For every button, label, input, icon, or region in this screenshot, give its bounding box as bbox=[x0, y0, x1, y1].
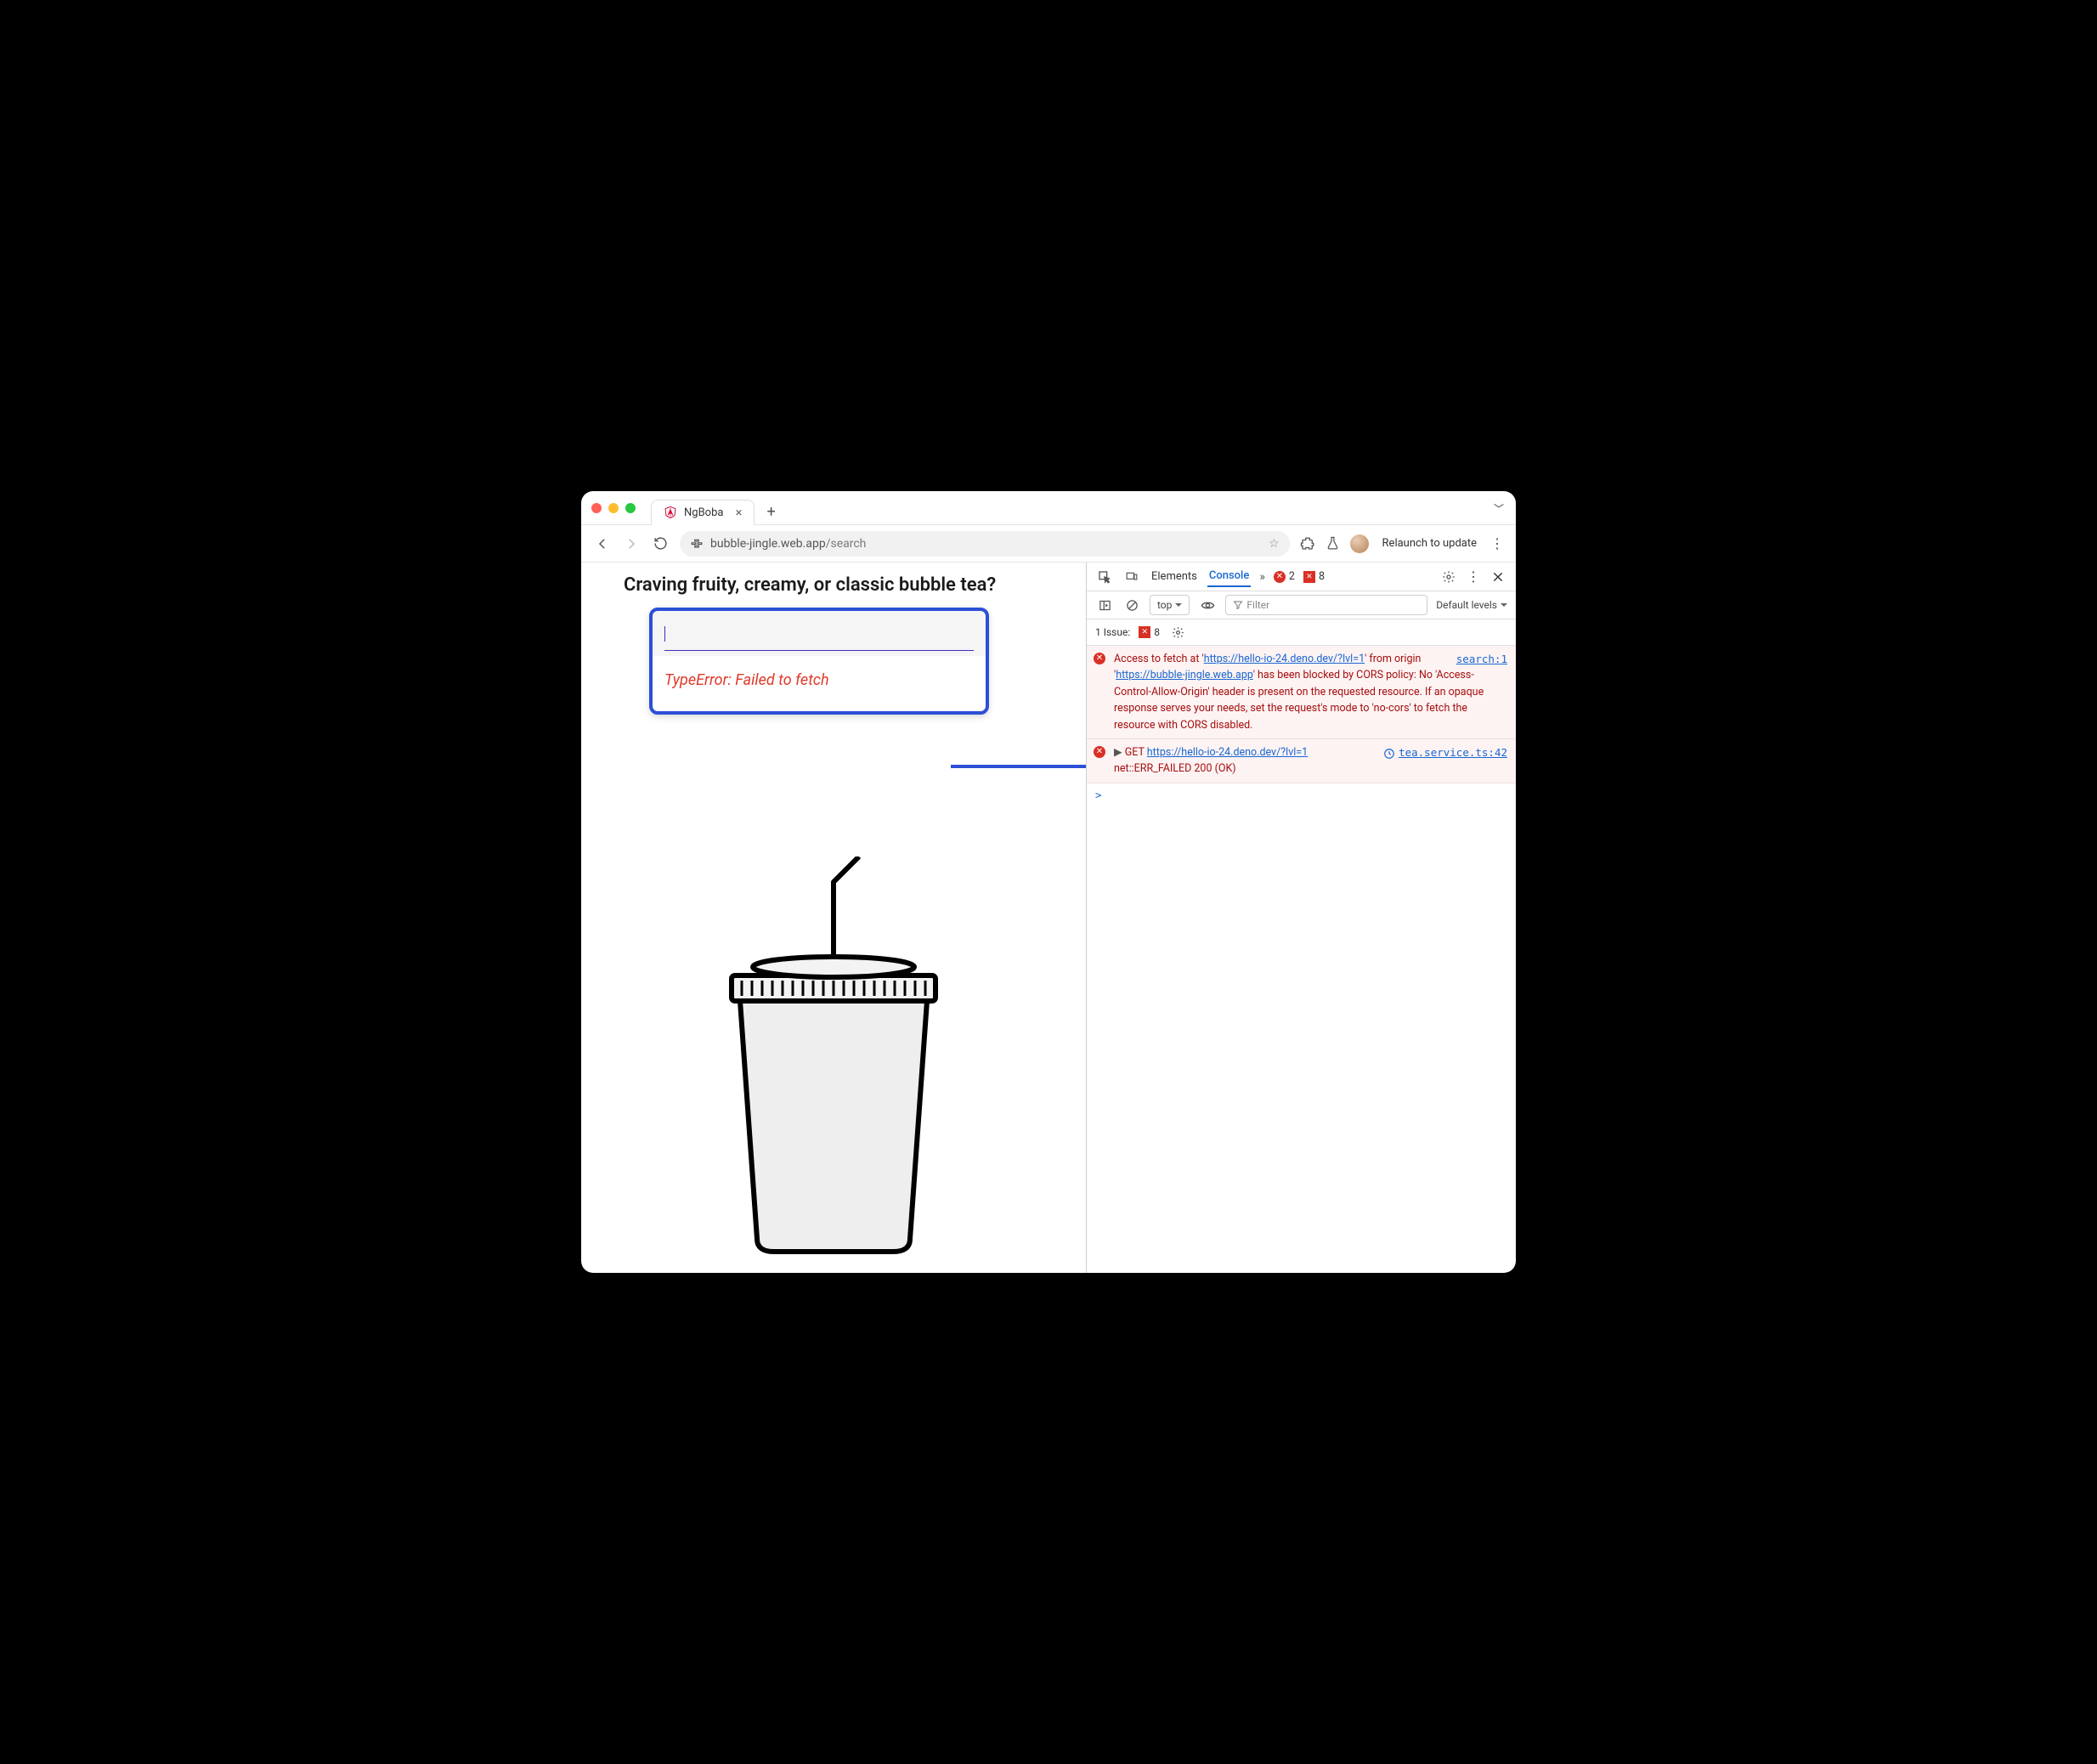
cors-url-2[interactable]: https://bubble-jingle.web.app bbox=[1116, 669, 1253, 681]
forward-button[interactable] bbox=[622, 534, 641, 553]
device-toolbar-icon[interactable] bbox=[1122, 568, 1141, 586]
bookmark-icon[interactable]: ☆ bbox=[1269, 537, 1280, 551]
console-error-cors[interactable]: ✕ search:1 Access to fetch at 'https://h… bbox=[1087, 646, 1516, 739]
extensions-icon[interactable] bbox=[1300, 536, 1315, 551]
more-tabs-icon[interactable]: » bbox=[1259, 570, 1265, 584]
devtools-tabbar: Elements Console » ✕2 ✕8 ⋮ bbox=[1087, 563, 1516, 591]
address-bar[interactable]: bubble-jingle.web.app/search ☆ bbox=[680, 531, 1290, 557]
console-filter-input[interactable]: Filter bbox=[1225, 595, 1427, 615]
fetch-error-message: TypeError: Failed to fetch bbox=[653, 656, 986, 711]
content-split: Craving fruity, creamy, or classic bubbl… bbox=[581, 563, 1516, 1273]
url-text: bubble-jingle.web.app/search bbox=[710, 537, 866, 551]
issues-badge[interactable]: ✕8 bbox=[1139, 626, 1160, 638]
network-link-icon[interactable] bbox=[1380, 744, 1399, 763]
site-settings-icon[interactable] bbox=[690, 538, 704, 550]
toolbar: bubble-jingle.web.app/search ☆ Relaunch … bbox=[581, 525, 1516, 563]
console-error-network[interactable]: ✕ tea.service.ts:42 ▶ GET https://hello-… bbox=[1087, 739, 1516, 783]
devtools-close-icon[interactable] bbox=[1489, 568, 1507, 586]
tab-elements[interactable]: Elements bbox=[1150, 567, 1199, 586]
browser-window: NgBoba × + ﹀ bubble-jingle.web.app/searc… bbox=[581, 491, 1516, 1273]
labs-icon[interactable] bbox=[1325, 536, 1340, 551]
search-card: TypeError: Failed to fetch bbox=[649, 608, 989, 715]
issues-settings-icon[interactable] bbox=[1168, 623, 1187, 642]
close-tab-icon[interactable]: × bbox=[735, 505, 742, 520]
text-caret bbox=[664, 626, 665, 642]
tab-title: NgBoba bbox=[684, 506, 723, 519]
context-selector[interactable]: top bbox=[1150, 595, 1190, 615]
relaunch-button[interactable]: Relaunch to update bbox=[1379, 535, 1480, 551]
filter-placeholder: Filter bbox=[1246, 599, 1269, 611]
traffic-lights bbox=[591, 503, 636, 513]
message-body: Access to fetch at 'https://hello-io-24.… bbox=[1114, 651, 1507, 733]
devtools-settings-icon[interactable] bbox=[1439, 568, 1458, 586]
minimize-window-button[interactable] bbox=[608, 503, 619, 513]
annotation-arrow-icon bbox=[947, 732, 1086, 800]
error-count-badge[interactable]: ✕2 bbox=[1274, 570, 1295, 583]
page-heading: Craving fruity, creamy, or classic bubbl… bbox=[624, 574, 1071, 596]
back-button[interactable] bbox=[593, 534, 612, 553]
profile-avatar[interactable] bbox=[1350, 534, 1369, 553]
message-source-link[interactable]: search:1 bbox=[1456, 651, 1507, 667]
console-prompt[interactable]: > bbox=[1087, 783, 1516, 806]
reload-button[interactable] bbox=[651, 534, 670, 553]
close-window-button[interactable] bbox=[591, 503, 602, 513]
new-tab-button[interactable]: + bbox=[766, 503, 775, 521]
chrome-menu-icon[interactable]: ⋮ bbox=[1490, 535, 1504, 551]
inspect-element-icon[interactable] bbox=[1095, 568, 1114, 586]
message-source-link[interactable]: tea.service.ts:42 bbox=[1399, 744, 1507, 760]
failed-url[interactable]: https://hello-io-24.deno.dev/?lvl=1 bbox=[1147, 746, 1308, 759]
devtools-panel: Elements Console » ✕2 ✕8 ⋮ top Filter De… bbox=[1086, 563, 1516, 1273]
webpage-area: Craving fruity, creamy, or classic bubbl… bbox=[581, 563, 1086, 1273]
live-expression-icon[interactable] bbox=[1198, 596, 1217, 614]
maximize-window-button[interactable] bbox=[625, 503, 636, 513]
tab-console[interactable]: Console bbox=[1207, 566, 1251, 587]
console-sidebar-toggle-icon[interactable] bbox=[1095, 596, 1114, 614]
window-chevron-icon[interactable]: ﹀ bbox=[1494, 501, 1504, 516]
input-underline bbox=[664, 650, 974, 651]
angular-favicon-icon bbox=[664, 506, 677, 519]
issues-label: 1 Issue: bbox=[1095, 626, 1130, 638]
console-toolbar: top Filter Default levels bbox=[1087, 591, 1516, 619]
search-input[interactable] bbox=[653, 611, 986, 656]
issues-row: 1 Issue: ✕8 bbox=[1087, 619, 1516, 646]
error-icon: ✕ bbox=[1094, 653, 1105, 664]
window-titlebar: NgBoba × + ﹀ bbox=[581, 491, 1516, 525]
clear-console-icon[interactable] bbox=[1122, 596, 1141, 614]
filter-icon bbox=[1233, 600, 1243, 610]
cors-url-1[interactable]: https://hello-io-24.deno.dev/?lvl=1 bbox=[1204, 653, 1365, 665]
bubble-tea-cup-illustration bbox=[706, 857, 961, 1256]
devtools-menu-icon[interactable]: ⋮ bbox=[1467, 568, 1480, 585]
issue-count-badge[interactable]: ✕8 bbox=[1303, 570, 1325, 583]
log-levels-selector[interactable]: Default levels bbox=[1436, 599, 1507, 611]
error-icon: ✕ bbox=[1094, 746, 1105, 758]
browser-tab[interactable]: NgBoba × bbox=[651, 500, 755, 525]
